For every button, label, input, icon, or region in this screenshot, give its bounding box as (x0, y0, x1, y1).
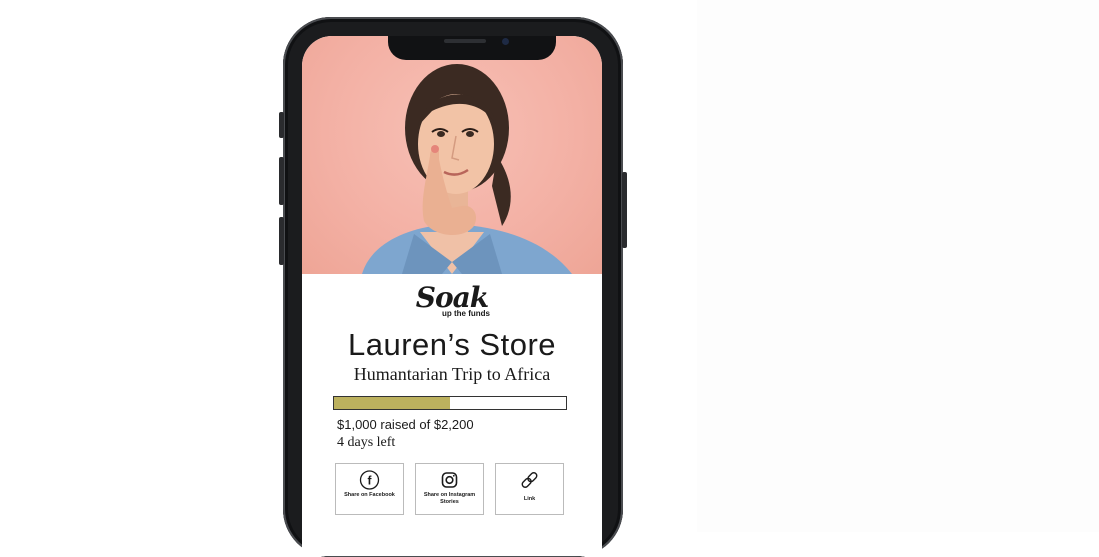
hero-photo (302, 36, 602, 274)
progress-fill (334, 397, 450, 409)
power-button (622, 172, 627, 248)
notch (388, 36, 556, 60)
volume-down-button (279, 217, 284, 265)
share-instagram-button[interactable]: Share on Instagram Stories (415, 463, 484, 515)
facebook-icon: f (359, 470, 380, 490)
logo-subtitle: up the funds (442, 309, 490, 318)
logo-script: Soak (415, 281, 489, 314)
soak-logo: Soak up the funds (302, 281, 602, 319)
instagram-icon (441, 472, 458, 488)
days-left: 4 days left (337, 435, 396, 450)
share-link-label: Link (523, 496, 536, 502)
share-facebook-label: Share on Facebook (344, 492, 395, 498)
speaker (444, 39, 486, 43)
front-camera (502, 38, 509, 45)
background-panel (697, 0, 1099, 532)
store-title: Lauren’s Store (347, 327, 557, 362)
fundraising-progress-bar (333, 396, 567, 410)
mute-switch (279, 112, 284, 138)
phone-screen: Soak up the funds Lauren’s Store Humanta… (302, 36, 602, 556)
volume-up-button (279, 157, 284, 205)
share-instagram-label: Share on Instagram Stories (423, 492, 476, 505)
svg-text:f: f (368, 474, 373, 488)
store-subtitle: Humantarian Trip to Africa (353, 364, 551, 384)
link-icon (521, 472, 538, 488)
raised-amount: $1,000 raised of $2,200 (337, 417, 474, 432)
share-options: f Share on Facebook Share on Instagram S… (335, 463, 565, 515)
phone-frame: Soak up the funds Lauren’s Store Humanta… (279, 17, 627, 557)
share-link-button[interactable]: Link (495, 463, 564, 515)
share-facebook-button[interactable]: f Share on Facebook (335, 463, 404, 515)
